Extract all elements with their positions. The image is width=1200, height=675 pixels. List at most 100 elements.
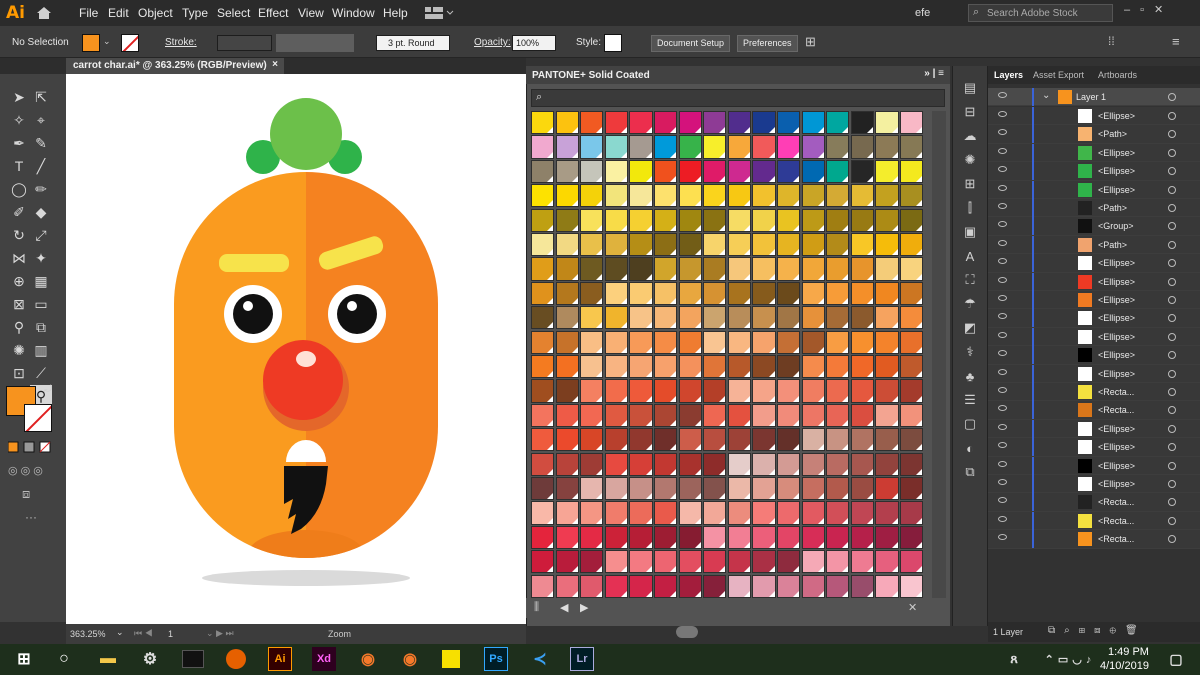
swatch-r13-c9[interactable] xyxy=(752,428,776,452)
swap-icon[interactable]: ⤾ xyxy=(44,384,52,395)
swatch-r13-c2[interactable] xyxy=(580,428,604,452)
character-icon[interactable]: A xyxy=(959,246,981,266)
swatch-r6-c13[interactable] xyxy=(850,257,875,281)
swatch-r1-c7[interactable] xyxy=(703,135,727,159)
swatch-r5-c9[interactable] xyxy=(752,233,776,257)
cc-libraries-icon[interactable]: ☁ xyxy=(959,126,981,146)
visibility-icon[interactable] xyxy=(998,368,1007,375)
swatch-r0-c12[interactable] xyxy=(826,111,850,135)
swatch-r3-c15[interactable] xyxy=(900,184,924,208)
swatch-r8-c3[interactable] xyxy=(604,306,629,330)
swatch-r3-c7[interactable] xyxy=(703,184,727,208)
swatch-r7-c3[interactable] xyxy=(604,281,629,305)
document-tab[interactable]: carrot char.ai* @ 363.25% (RGB/Preview) … xyxy=(66,58,284,74)
swatch-r12-c2[interactable] xyxy=(580,403,604,427)
target-icon[interactable] xyxy=(1168,516,1176,525)
swatch-r17-c13[interactable] xyxy=(850,525,875,549)
menu-type[interactable]: Type xyxy=(182,6,208,20)
swatch-r5-c8[interactable] xyxy=(727,233,752,257)
swatch-r0-c3[interactable] xyxy=(604,111,629,135)
swatch-r15-c9[interactable] xyxy=(752,477,776,501)
swatch-r8-c13[interactable] xyxy=(850,306,875,330)
swatch-r6-c8[interactable] xyxy=(727,257,752,281)
swatch-r15-c15[interactable] xyxy=(900,477,924,501)
swatch-r6-c9[interactable] xyxy=(752,257,776,281)
swatch-r12-c13[interactable] xyxy=(850,403,875,427)
layer-item-row[interactable]: <Ellipse> xyxy=(988,475,1200,494)
stroke-label[interactable]: Stroke: xyxy=(165,37,197,48)
swatch-r11-c3[interactable] xyxy=(604,379,629,403)
swatch-r3-c11[interactable] xyxy=(801,184,825,208)
swatch-r3-c10[interactable] xyxy=(777,184,801,208)
curvature-tool-icon[interactable]: ✎ xyxy=(30,132,52,154)
swatch-r13-c15[interactable] xyxy=(900,428,924,452)
windows-start-icon[interactable]: ⊞ xyxy=(12,647,36,671)
swatch-r0-c5[interactable] xyxy=(654,111,678,135)
swatch-r19-c0[interactable] xyxy=(531,574,555,598)
symbol-sprayer-tool-icon[interactable]: ✺ xyxy=(8,339,30,361)
swatch-r16-c3[interactable] xyxy=(604,501,629,525)
swatch-r8-c0[interactable] xyxy=(531,306,555,330)
draw-mode-icons[interactable]: ◎ ◎ ◎ xyxy=(8,464,43,477)
visibility-icon[interactable] xyxy=(998,276,1007,283)
swatch-r19-c9[interactable] xyxy=(752,574,776,598)
swatch-r12-c11[interactable] xyxy=(801,403,825,427)
swatch-r4-c4[interactable] xyxy=(629,208,653,232)
swatch-r5-c7[interactable] xyxy=(703,233,727,257)
swatch-r7-c7[interactable] xyxy=(703,281,727,305)
swatch-r0-c13[interactable] xyxy=(850,111,875,135)
visibility-icon[interactable] xyxy=(998,350,1007,357)
swatch-r6-c4[interactable] xyxy=(629,257,653,281)
visibility-icon[interactable] xyxy=(998,423,1007,430)
swatch-r18-c2[interactable] xyxy=(580,550,604,574)
visibility-icon[interactable] xyxy=(998,313,1007,320)
swatch-r9-c12[interactable] xyxy=(826,330,850,354)
swatch-r18-c0[interactable] xyxy=(531,550,555,574)
target-icon[interactable] xyxy=(1168,167,1176,176)
next-library-icon[interactable]: ▶ xyxy=(580,601,588,614)
swatch-r3-c14[interactable] xyxy=(875,184,899,208)
swatch-r8-c7[interactable] xyxy=(703,306,727,330)
lasso-tool-icon[interactable]: ⌖ xyxy=(30,109,52,131)
swatch-r16-c1[interactable] xyxy=(555,501,579,525)
swatch-r1-c13[interactable] xyxy=(850,135,875,159)
swatch-r15-c14[interactable] xyxy=(875,477,899,501)
layer-item-row[interactable]: <Path> xyxy=(988,199,1200,218)
target-icon[interactable] xyxy=(1168,351,1176,360)
swatch-r17-c10[interactable] xyxy=(777,525,801,549)
swatch-r3-c4[interactable] xyxy=(629,184,653,208)
swatch-r13-c0[interactable] xyxy=(531,428,555,452)
swatch-r5-c1[interactable] xyxy=(555,233,579,257)
swatch-r19-c15[interactable] xyxy=(900,574,924,598)
swatch-r16-c2[interactable] xyxy=(580,501,604,525)
swatch-r4-c11[interactable] xyxy=(801,208,825,232)
line-tool-icon[interactable]: ╱ xyxy=(30,155,52,177)
swatch-r19-c4[interactable] xyxy=(629,574,653,598)
menu-help[interactable]: Help xyxy=(383,6,408,20)
file-explorer-icon[interactable]: ▬ xyxy=(96,647,120,671)
swatch-r19-c13[interactable] xyxy=(850,574,875,598)
swatch-r8-c14[interactable] xyxy=(875,306,899,330)
swatch-r18-c3[interactable] xyxy=(604,550,629,574)
target-icon[interactable] xyxy=(1168,388,1176,396)
swatch-r10-c6[interactable] xyxy=(678,355,702,379)
swatch-r15-c8[interactable] xyxy=(727,477,752,501)
target-icon[interactable] xyxy=(1168,204,1176,212)
swatch-r14-c7[interactable] xyxy=(703,452,727,476)
arrange-icon[interactable]: ⊞ xyxy=(805,34,816,50)
swatch-r5-c5[interactable] xyxy=(654,233,678,257)
swatch-r2-c10[interactable] xyxy=(777,159,801,183)
swatch-r5-c2[interactable] xyxy=(580,233,604,257)
swatch-r7-c4[interactable] xyxy=(629,281,653,305)
visibility-icon[interactable] xyxy=(998,405,1007,412)
photoshop-app-icon[interactable]: Ps xyxy=(484,647,508,671)
swatch-r1-c12[interactable] xyxy=(826,135,850,159)
swatch-r2-c13[interactable] xyxy=(850,159,875,183)
library-menu-icon[interactable]: ⫼ xyxy=(534,601,539,614)
swatch-r2-c15[interactable] xyxy=(900,159,924,183)
swatch-r12-c14[interactable] xyxy=(875,403,899,427)
swatch-r18-c12[interactable] xyxy=(826,550,850,574)
swatch-r1-c5[interactable] xyxy=(654,135,678,159)
swatch-r18-c6[interactable] xyxy=(678,550,702,574)
menu-file[interactable]: File xyxy=(79,6,98,20)
